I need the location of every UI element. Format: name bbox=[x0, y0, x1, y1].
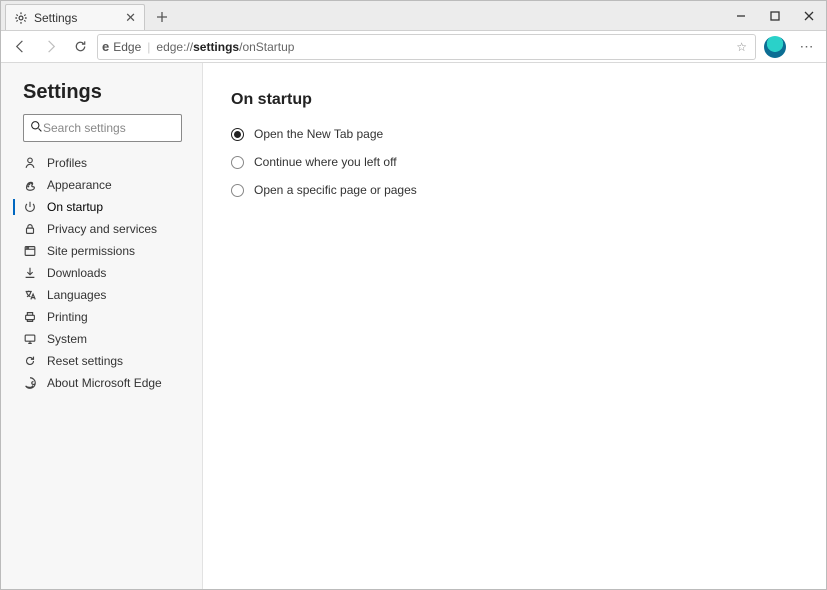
content-area: Settings Profiles Appearance On startup Pri… bbox=[1, 63, 826, 589]
minimize-button[interactable] bbox=[724, 1, 758, 30]
address-bar[interactable]: e Edge | edge://settings/onStartup ☆ bbox=[97, 34, 756, 60]
option-label: Open the New Tab page bbox=[254, 127, 383, 141]
startup-option[interactable]: Open a specific page or pages bbox=[231, 183, 798, 197]
divider: | bbox=[147, 40, 150, 54]
system-icon bbox=[23, 332, 37, 346]
page-title: On startup bbox=[231, 91, 798, 109]
search-input[interactable] bbox=[43, 121, 198, 135]
url-text: edge://settings/onStartup bbox=[156, 40, 294, 54]
sidebar-item-label: Appearance bbox=[47, 178, 112, 192]
settings-main: On startup Open the New Tab page Continue… bbox=[203, 63, 826, 589]
sidebar-nav: Profiles Appearance On startup Privacy and … bbox=[1, 152, 202, 394]
sidebar-item-label: System bbox=[47, 332, 87, 346]
sidebar-item-profiles[interactable]: Profiles bbox=[1, 152, 202, 174]
site-identity: e Edge bbox=[102, 39, 141, 54]
site-label: Edge bbox=[113, 40, 141, 54]
gear-icon bbox=[14, 11, 28, 25]
startup-options: Open the New Tab page Continue where you … bbox=[231, 127, 798, 197]
language-icon bbox=[23, 288, 37, 302]
person-icon bbox=[23, 156, 37, 170]
sidebar-item-label: Reset settings bbox=[47, 354, 123, 368]
site-icon bbox=[23, 244, 37, 258]
sidebar-item-label: Site permissions bbox=[47, 244, 135, 258]
sidebar-item-label: Profiles bbox=[47, 156, 87, 170]
sidebar-item-appearance[interactable]: Appearance bbox=[1, 174, 202, 196]
appearance-icon bbox=[23, 178, 37, 192]
edge-icon bbox=[23, 376, 37, 390]
more-menu-button[interactable]: ⋯ bbox=[794, 34, 820, 60]
lock-icon bbox=[23, 222, 37, 236]
radio-icon bbox=[231, 184, 244, 197]
sidebar-item-label: Privacy and services bbox=[47, 222, 157, 236]
forward-button[interactable] bbox=[37, 34, 63, 60]
maximize-button[interactable] bbox=[758, 1, 792, 30]
sidebar-item-privacy-and-services[interactable]: Privacy and services bbox=[1, 218, 202, 240]
sidebar-item-on-startup[interactable]: On startup bbox=[1, 196, 202, 218]
sidebar-item-languages[interactable]: Languages bbox=[1, 284, 202, 306]
radio-icon bbox=[231, 156, 244, 169]
nav-toolbar: e Edge | edge://settings/onStartup ☆ ⋯ bbox=[1, 31, 826, 63]
search-icon bbox=[30, 120, 43, 136]
download-icon bbox=[23, 266, 37, 280]
sidebar-item-system[interactable]: System bbox=[1, 328, 202, 350]
startup-option[interactable]: Continue where you left off bbox=[231, 155, 798, 169]
option-label: Continue where you left off bbox=[254, 155, 397, 169]
reset-icon bbox=[23, 354, 37, 368]
browser-window: Settings ✕ e Edge | bbox=[0, 0, 827, 590]
close-button[interactable] bbox=[792, 1, 826, 30]
sidebar-heading: Settings bbox=[1, 81, 202, 114]
edge-logo-icon: e bbox=[102, 39, 109, 54]
new-tab-button[interactable] bbox=[149, 4, 175, 30]
refresh-button[interactable] bbox=[67, 34, 93, 60]
sidebar-item-printing[interactable]: Printing bbox=[1, 306, 202, 328]
sidebar-item-label: Downloads bbox=[47, 266, 106, 280]
window-controls bbox=[724, 1, 826, 30]
sidebar-item-label: On startup bbox=[47, 200, 103, 214]
titlebar: Settings ✕ bbox=[1, 1, 826, 31]
power-icon bbox=[23, 200, 37, 214]
sidebar-item-downloads[interactable]: Downloads bbox=[1, 262, 202, 284]
tab-strip: Settings ✕ bbox=[1, 1, 724, 30]
sidebar-item-about-microsoft-edge[interactable]: About Microsoft Edge bbox=[1, 372, 202, 394]
tab-settings[interactable]: Settings ✕ bbox=[5, 4, 145, 30]
sidebar-item-site-permissions[interactable]: Site permissions bbox=[1, 240, 202, 262]
startup-option[interactable]: Open the New Tab page bbox=[231, 127, 798, 141]
sidebar-item-label: About Microsoft Edge bbox=[47, 376, 162, 390]
tab-close-icon[interactable]: ✕ bbox=[125, 11, 136, 24]
option-label: Open a specific page or pages bbox=[254, 183, 417, 197]
printer-icon bbox=[23, 310, 37, 324]
sidebar-item-label: Printing bbox=[47, 310, 88, 324]
settings-sidebar: Settings Profiles Appearance On startup Pri… bbox=[1, 63, 203, 589]
search-settings-box[interactable] bbox=[23, 114, 182, 142]
sidebar-item-label: Languages bbox=[47, 288, 106, 302]
profile-avatar[interactable] bbox=[764, 36, 786, 58]
back-button[interactable] bbox=[7, 34, 33, 60]
favorite-icon[interactable]: ☆ bbox=[732, 40, 751, 54]
tab-title: Settings bbox=[34, 11, 119, 25]
radio-icon bbox=[231, 128, 244, 141]
sidebar-item-reset-settings[interactable]: Reset settings bbox=[1, 350, 202, 372]
